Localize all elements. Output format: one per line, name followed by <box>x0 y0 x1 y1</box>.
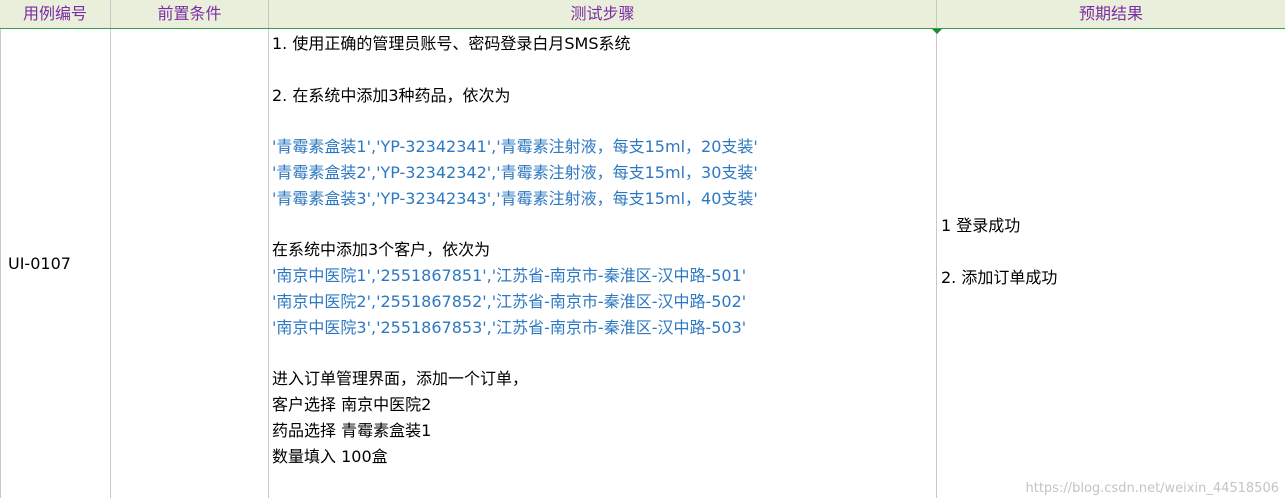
expected-result-line <box>941 239 1057 265</box>
expected-result-cell[interactable]: 1 登录成功 2. 添加订单成功 <box>937 29 1285 498</box>
test-step-line: 客户选择 南京中医院2 <box>272 395 432 415</box>
test-step-line <box>272 341 932 367</box>
expected-result-text: 1 登录成功 2. 添加订单成功 <box>941 213 1057 290</box>
cell-comment-marker <box>937 29 942 34</box>
test-step-line: '南京中医院3','2551867853','江苏省-南京市-秦淮区-汉中路-5… <box>272 317 747 337</box>
watermark-text: https://blog.csdn.net/weixin_44518506 <box>1025 481 1279 496</box>
test-step-line: 1. 使用正确的管理员账号、密码登录白月SMS系统 <box>272 34 631 53</box>
spreadsheet: 用例编号 前置条件 测试步骤 预期结果 UI-0107 1. 使用正确的管理员账… <box>0 0 1285 498</box>
test-step-line: '青霉素盒装1','YP-32342341','青霉素注射液，每支15ml，20… <box>272 137 758 157</box>
table-row: UI-0107 1. 使用正确的管理员账号、密码登录白月SMS系统 2. 在系统中… <box>0 29 1285 498</box>
test-step-line: '南京中医院2','2551867852','江苏省-南京市-秦淮区-汉中路-5… <box>272 291 747 311</box>
case-id-cell[interactable]: UI-0107 <box>0 29 111 498</box>
header-case-id[interactable]: 用例编号 <box>0 0 111 28</box>
test-step-line: 在系统中添加3个客户，依次为 <box>272 240 491 260</box>
test-step-line: 数量填入 100盒 <box>272 446 388 466</box>
test-step-line: '青霉素盒装2','YP-32342342','青霉素注射液，每支15ml，30… <box>272 162 758 182</box>
precondition-cell[interactable] <box>111 29 269 498</box>
test-step-line: 药品选择 青霉素盒装1 <box>272 420 432 440</box>
test-steps-cell[interactable]: 1. 使用正确的管理员账号、密码登录白月SMS系统 2. 在系统中添加3种药品，依… <box>269 29 937 498</box>
test-step-line: '青霉素盒装3','YP-32342343','青霉素注射液，每支15ml，40… <box>272 188 758 208</box>
expected-result-line: 2. 添加订单成功 <box>941 267 1058 287</box>
header-precondition[interactable]: 前置条件 <box>111 0 269 28</box>
header-row: 用例编号 前置条件 测试步骤 预期结果 <box>0 0 1285 29</box>
test-step-line <box>272 108 932 134</box>
test-step-line: '南京中医院1','2551867851','江苏省-南京市-秦淮区-汉中路-5… <box>272 266 747 286</box>
test-step-line <box>272 57 932 83</box>
case-id-value: UI-0107 <box>8 254 71 273</box>
header-expected-result[interactable]: 预期结果 <box>937 0 1285 28</box>
header-test-steps[interactable]: 测试步骤 <box>269 0 937 28</box>
test-step-line <box>272 212 932 238</box>
test-step-line: 2. 在系统中添加3种药品，依次为 <box>272 85 511 105</box>
expected-result-line: 1 登录成功 <box>941 216 1021 235</box>
test-steps-text: 1. 使用正确的管理员账号、密码登录白月SMS系统 2. 在系统中添加3种药品，依… <box>272 31 932 470</box>
test-step-line: 进入订单管理界面，添加一个订单， <box>272 369 529 389</box>
